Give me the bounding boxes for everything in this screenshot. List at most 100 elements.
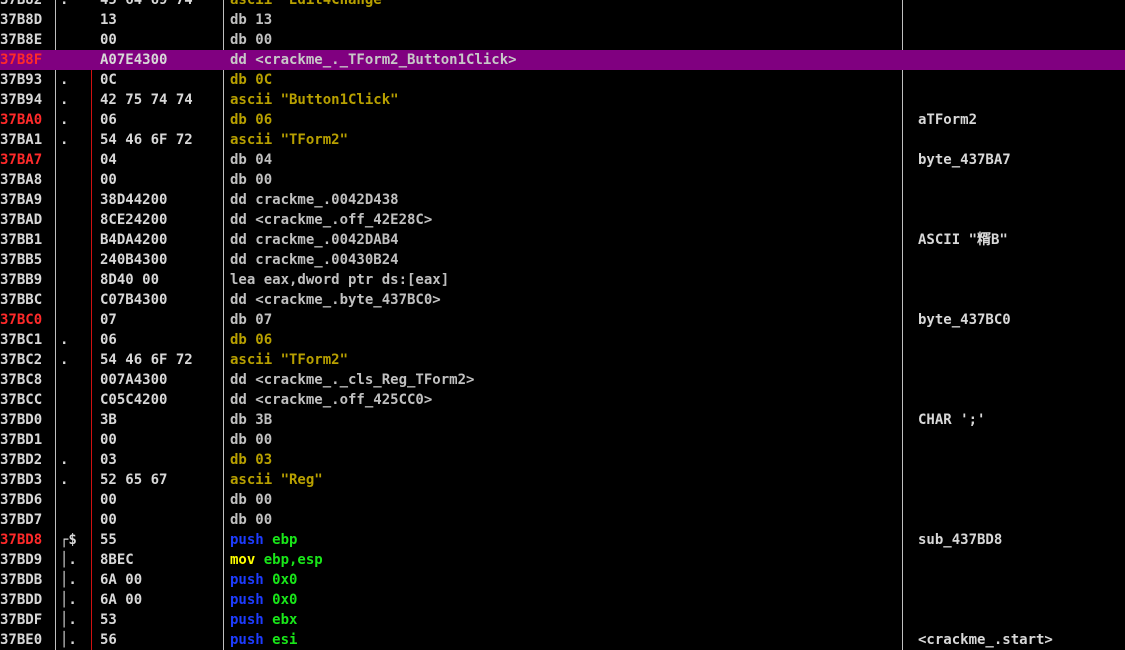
disasm-row[interactable]: 37BA9 38D44200 dd crackme_.0042D438 <box>0 190 1125 210</box>
disasm-row[interactable]: 37BC0 07 db 07 byte_437BC0 <box>0 310 1125 330</box>
disasm-row[interactable]: 37BDF │. 53 push ebx <box>0 610 1125 630</box>
disasm-row[interactable]: 37BD2. 03 db 03 <box>0 450 1125 470</box>
row-marker <box>60 190 90 210</box>
row-address: 37BC2 <box>0 352 43 368</box>
row-disassembly: dd <crackme_._cls_Reg_TForm2> <box>230 372 475 388</box>
disasm-row[interactable]: 37BD8 ┌$ 55 push ebp sub_437BD8 <box>0 530 1125 550</box>
row-hex-bytes: A07E4300 <box>100 52 168 68</box>
row-address: 37BD0 <box>0 412 43 428</box>
row-comment <box>918 510 1123 530</box>
disasm-row[interactable]: 37BD9 │. 8BEC mov ebp,esp <box>0 550 1125 570</box>
disasm-row[interactable]: 37BB1 B4DA4200 dd crackme_.0042DAB4 ASCII "… <box>0 230 1125 250</box>
row-hex-bytes: 00 <box>100 32 117 48</box>
disasm-row[interactable]: 37BDB │. 6A 00 push 0x0 <box>0 570 1125 590</box>
row-disassembly: db 06 <box>230 112 273 128</box>
row-hex-bytes: C07B4300 <box>100 292 168 308</box>
row-disassembly: dd <crackme_._TForm2_Button1Click> <box>230 52 517 68</box>
disasm-row[interactable]: 37BD1 00 db 00 <box>0 430 1125 450</box>
row-disassembly: db 04 <box>230 152 273 168</box>
row-disassembly: ascii "Reg" <box>230 472 323 488</box>
row-marker <box>60 50 90 70</box>
disasm-row[interactable]: 37B8F A07E4300 dd <crackme_._TForm2_Button… <box>0 50 1125 70</box>
row-address: 37BB5 <box>0 252 43 268</box>
disasm-row[interactable]: 37B93. 0C db 0C <box>0 70 1125 90</box>
row-marker: . <box>60 452 69 468</box>
row-disassembly: push esi <box>230 632 298 648</box>
row-marker <box>60 230 90 250</box>
row-comment <box>918 30 1123 50</box>
row-comment <box>918 10 1123 30</box>
disasm-row[interactable]: 37BC1. 06 db 06 <box>0 330 1125 350</box>
row-marker: ┌$ <box>60 532 77 548</box>
row-address: 37BA7 <box>0 152 43 168</box>
row-marker <box>60 270 90 290</box>
row-marker <box>60 310 90 330</box>
row-disassembly: mov ebp,esp <box>230 552 323 568</box>
row-disassembly: db 06 <box>230 332 273 348</box>
disasm-row[interactable]: 37BA1. 54 46 6F 72 ascii "TForm2" <box>0 130 1125 150</box>
row-hex-bytes: 8D40 00 <box>100 272 160 288</box>
disasm-row[interactable]: 37BAD 8CE24200 dd <crackme_.off_42E28C> <box>0 210 1125 230</box>
row-comment <box>918 50 1123 70</box>
disasm-row[interactable]: 37BC2. 54 46 6F 72 ascii "TForm2" <box>0 350 1125 370</box>
row-comment <box>918 350 1123 370</box>
row-hex-bytes: 6A 00 <box>100 592 143 608</box>
disasm-row[interactable]: 37BB5 240B4300 dd crackme_.00430B24 <box>0 250 1125 270</box>
row-comment <box>918 570 1123 590</box>
row-disassembly: dd crackme_.0042DAB4 <box>230 232 399 248</box>
row-disassembly: push 0x0 <box>230 592 298 608</box>
row-comment <box>918 450 1123 470</box>
row-marker: │. <box>60 552 77 568</box>
disasm-row[interactable]: 37B82. 45 64 69 74 ascii "Edit4Change" <box>0 0 1125 10</box>
row-address: 37B94 <box>0 92 43 108</box>
disasm-row[interactable]: 37BE0 │. 56 push esi <crackme_.start> <box>0 630 1125 650</box>
disassembly-pane[interactable]: 37B82. 45 64 69 74 ascii "Edit4Change" 37B8… <box>0 0 1125 650</box>
row-marker: . <box>60 472 69 488</box>
disasm-row[interactable]: 37BD0 3B db 3B CHAR ';' <box>0 410 1125 430</box>
row-comment <box>918 190 1123 210</box>
row-comment <box>918 250 1123 270</box>
row-address: 37BB9 <box>0 272 43 288</box>
disasm-row[interactable]: 37BD3. 52 65 67 ascii "Reg" <box>0 470 1125 490</box>
row-address: 37B93 <box>0 72 43 88</box>
row-comment <box>918 370 1123 390</box>
disasm-row[interactable]: 37BA7 04 db 04 byte_437BA7 <box>0 150 1125 170</box>
row-address: 37BBC <box>0 292 43 308</box>
row-marker: │. <box>60 632 77 648</box>
row-comment <box>918 430 1123 450</box>
row-address: 37BDB <box>0 572 43 588</box>
disasm-row[interactable]: 37BCC C05C4200 dd <crackme_.off_425CC0> <box>0 390 1125 410</box>
row-address: 37BCC <box>0 392 43 408</box>
row-comment <box>918 270 1123 290</box>
disasm-row[interactable]: 37B8D 13 db 13 <box>0 10 1125 30</box>
row-address: 37BD1 <box>0 432 43 448</box>
row-marker <box>60 210 90 230</box>
row-address: 37BA8 <box>0 172 43 188</box>
row-marker <box>60 150 90 170</box>
row-comment <box>918 330 1123 350</box>
row-address: 37BD3 <box>0 472 43 488</box>
disasm-row[interactable]: 37B8E 00 db 00 <box>0 30 1125 50</box>
row-comment <box>918 590 1123 610</box>
disasm-row[interactable]: 37BBC C07B4300 dd <crackme_.byte_437BC0> <box>0 290 1125 310</box>
row-hex-bytes: 00 <box>100 432 117 448</box>
row-hex-bytes: 03 <box>100 452 117 468</box>
row-hex-bytes: 42 75 74 74 <box>100 92 193 108</box>
row-marker <box>60 250 90 270</box>
row-hex-bytes: 0C <box>100 72 117 88</box>
disasm-row[interactable]: 37BB9 8D40 00 lea eax,dword ptr ds:[eax] <box>0 270 1125 290</box>
row-marker: . <box>60 72 69 88</box>
row-marker <box>60 510 90 530</box>
disasm-row[interactable]: 37BA8 00 db 00 <box>0 170 1125 190</box>
row-marker <box>60 10 90 30</box>
row-disassembly: db 3B <box>230 412 273 428</box>
disasm-row[interactable]: 37BA0. 06 db 06 aTForm2 <box>0 110 1125 130</box>
disasm-row[interactable]: 37B94. 42 75 74 74 ascii "Button1Click" <box>0 90 1125 110</box>
row-hex-bytes: 53 <box>100 612 117 628</box>
row-disassembly: push ebp <box>230 532 298 548</box>
disasm-row[interactable]: 37BD7 00 db 00 <box>0 510 1125 530</box>
disasm-row[interactable]: 37BD6 00 db 00 <box>0 490 1125 510</box>
disasm-row[interactable]: 37BC8 007A4300 dd <crackme_._cls_Reg_TForm… <box>0 370 1125 390</box>
disasm-row[interactable]: 37BDD │. 6A 00 push 0x0 <box>0 590 1125 610</box>
row-hex-bytes: 240B4300 <box>100 252 168 268</box>
